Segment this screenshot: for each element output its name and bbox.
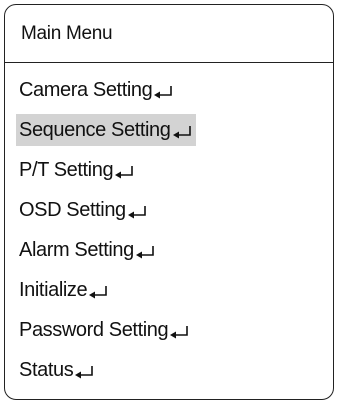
enter-return-icon <box>115 166 133 179</box>
menu-item-camera-setting[interactable]: Camera Setting <box>5 70 333 110</box>
enter-return-icon <box>170 326 189 339</box>
enter-return-icon <box>127 206 146 219</box>
enter-return-icon <box>135 246 154 259</box>
menu-item-label: Alarm Setting <box>19 238 134 261</box>
enter-return-icon <box>172 126 191 139</box>
menu-item-label: Status <box>19 358 74 381</box>
menu-item-label: Camera Setting <box>19 78 153 101</box>
main-menu-panel: Main Menu Camera Setting Sequence Settin… <box>4 4 334 400</box>
menu-title: Main Menu <box>5 5 333 63</box>
menu-item-sequence-setting[interactable]: Sequence Setting <box>5 110 333 150</box>
enter-return-icon <box>154 86 173 99</box>
menu-item-status[interactable]: Status <box>5 350 333 390</box>
menu-item-password-setting[interactable]: Password Setting <box>5 310 333 350</box>
menu-item-label: Password Setting <box>19 318 169 341</box>
menu-item-pt-setting[interactable]: P/T Setting <box>5 150 333 190</box>
menu-item-initialize[interactable]: Initialize <box>5 270 333 310</box>
enter-return-icon <box>89 286 108 299</box>
menu-item-label: Sequence Setting <box>19 118 171 141</box>
menu-item-osd-setting[interactable]: OSD Setting <box>5 190 333 230</box>
menu-item-label: Initialize <box>19 278 88 301</box>
menu-item-alarm-setting[interactable]: Alarm Setting <box>5 230 333 270</box>
enter-return-icon <box>75 366 94 379</box>
menu-item-label: P/T Setting <box>19 158 114 181</box>
menu-list: Camera Setting Sequence Setting P/T Sett… <box>5 63 333 390</box>
menu-item-label: OSD Setting <box>19 198 126 221</box>
